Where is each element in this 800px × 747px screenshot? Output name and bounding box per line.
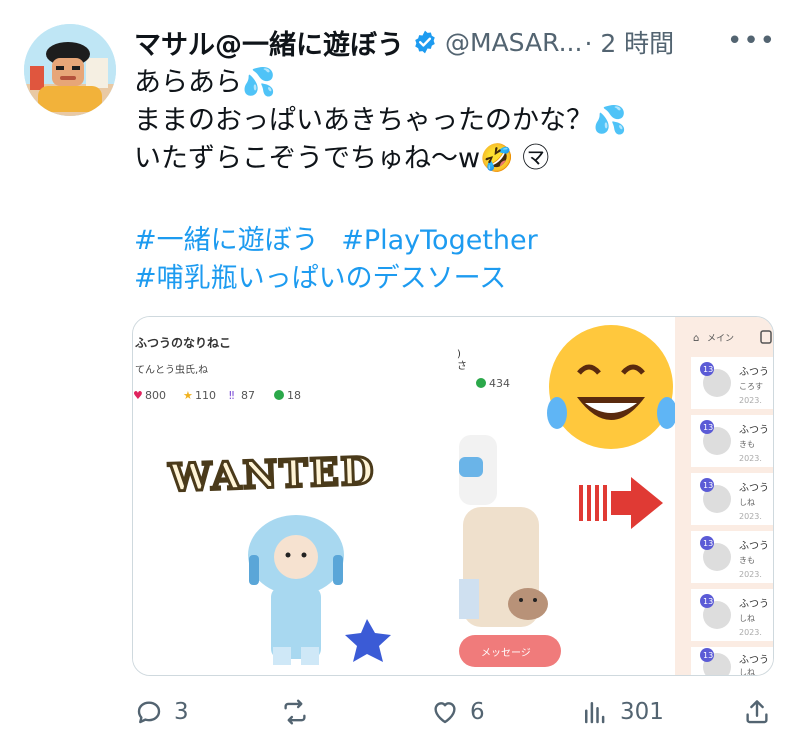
reply-button[interactable]: 3 — [134, 692, 189, 732]
svg-text:ころす: ころす — [739, 382, 763, 391]
middle-sub-text: さ — [457, 360, 467, 372]
author-handle[interactable]: @MASAR... — [445, 28, 582, 57]
tweet-line: いたずらこぞうでちゅね〜w🤣 ㋮ — [134, 143, 550, 174]
svg-text:きも: きも — [739, 556, 755, 565]
chat-list-row[interactable]: 13 ふつう しね — [691, 647, 774, 676]
svg-text:2023.: 2023. — [739, 628, 762, 637]
stat-clovers: 18 — [287, 389, 301, 402]
verified-badge-icon — [412, 29, 438, 55]
star-icon: ★ — [183, 389, 193, 402]
dog-icon — [508, 588, 548, 620]
svg-text:しね: しね — [739, 498, 755, 507]
stat-exclaims: 87 — [241, 389, 255, 402]
svg-text:13: 13 — [703, 597, 713, 606]
chat-list-row[interactable]: 13 ふつう きも 2023. — [691, 415, 774, 467]
profile-name-text: ふつうのなりねこ — [135, 336, 231, 350]
hashtag-link[interactable]: #一緒に遊ぼう — [134, 225, 319, 256]
tweet-media-image[interactable]: ふつうのなりねこ てんとう虫氏,ね ♥ 800 ★ 110 ‼ 87 18 WA… — [132, 316, 774, 676]
share-button[interactable] — [742, 692, 772, 732]
svg-text:13: 13 — [703, 539, 713, 548]
share-icon — [746, 700, 768, 724]
heart-icon — [434, 702, 456, 724]
retweet-icon — [284, 699, 306, 725]
svg-text:2023.: 2023. — [739, 396, 762, 405]
hashtag-link[interactable]: #哺乳瓶いっぱいのデスソース — [134, 263, 506, 294]
media-composite: ふつうのなりねこ てんとう虫氏,ね ♥ 800 ★ 110 ‼ 87 18 WA… — [133, 317, 774, 676]
tweet-line: あらあら💦 — [134, 67, 276, 98]
svg-text:13: 13 — [703, 365, 713, 374]
svg-text:13: 13 — [703, 651, 713, 660]
tweet-action-bar: 3 6 301 — [134, 692, 774, 732]
like-count: 6 — [470, 699, 485, 725]
middle-top-text: ) — [457, 349, 461, 360]
view-count: 301 — [620, 699, 664, 725]
svg-text:2023.: 2023. — [739, 512, 762, 521]
svg-text:ふつう: ふつう — [739, 598, 769, 610]
chat-list-row[interactable]: 13 ふつう しね 2023. — [691, 473, 774, 525]
reply-icon — [137, 701, 161, 724]
hashtag-link[interactable]: #PlayTogether — [341, 225, 538, 256]
message-button-label: メッセージ — [481, 647, 531, 659]
retweet-button[interactable] — [280, 692, 320, 732]
wanted-text: WANTED — [167, 448, 376, 500]
like-button[interactable]: 6 — [430, 692, 485, 732]
home-icon: ⌂ — [693, 333, 699, 344]
svg-text:ふつう: ふつう — [739, 654, 769, 666]
analytics-icon — [585, 702, 605, 724]
chat-list-row[interactable]: 13 ふつう しね 2023. — [691, 589, 774, 641]
avatar-cartoon-icon — [24, 24, 116, 116]
clover-icon — [476, 378, 486, 388]
more-options-icon[interactable]: ••• — [727, 26, 776, 56]
tab-main[interactable]: メイン — [707, 334, 734, 344]
exclaim-icon: ‼ — [229, 389, 234, 402]
clover-icon — [274, 390, 284, 400]
svg-text:しね: しね — [739, 614, 755, 623]
svg-text:2023.: 2023. — [739, 454, 762, 463]
tweet-timestamp[interactable]: · 2 時間 — [584, 24, 674, 60]
middle-stat: 434 — [489, 377, 510, 390]
svg-text:2023.: 2023. — [739, 570, 762, 579]
stat-stars: 110 — [195, 389, 216, 402]
svg-text:きも: きも — [739, 440, 755, 449]
hashtags: #一緒に遊ぼう #PlayTogether #哺乳瓶いっぱいのデスソース — [134, 222, 774, 298]
svg-text:13: 13 — [703, 423, 713, 432]
reply-count: 3 — [174, 699, 189, 725]
svg-text:しね: しね — [739, 668, 755, 676]
views-button[interactable]: 301 — [580, 692, 664, 732]
chat-list-row[interactable]: 13 ふつう きも 2023. — [691, 531, 774, 583]
svg-text:ふつう: ふつう — [739, 540, 769, 552]
svg-text:13: 13 — [703, 481, 713, 490]
chat-list-row[interactable]: 13 ふつう ころす 2023. — [691, 357, 774, 409]
author-display-name[interactable]: マサル@一緒に遊ぼう — [134, 23, 404, 62]
svg-text:ふつう: ふつう — [739, 424, 769, 436]
tweet-text: あらあら💦 ままのおっぱいあきちゃったのかな？💦 いたずらこぞうでちゅね〜w🤣 … — [134, 64, 774, 178]
tweet-line: ままのおっぱいあきちゃったのかな？💦 — [134, 105, 627, 136]
heart-icon: ♥ — [133, 389, 143, 402]
tweet-header: マサル@一緒に遊ぼう @MASAR... · 2 時間 ••• — [134, 22, 784, 62]
stat-hearts: 800 — [145, 389, 166, 402]
svg-text:ふつう: ふつう — [739, 366, 769, 378]
author-avatar[interactable] — [24, 24, 116, 116]
svg-text:ふつう: ふつう — [739, 482, 769, 494]
profile-subtitle-text: てんとう虫氏,ね — [135, 364, 208, 376]
